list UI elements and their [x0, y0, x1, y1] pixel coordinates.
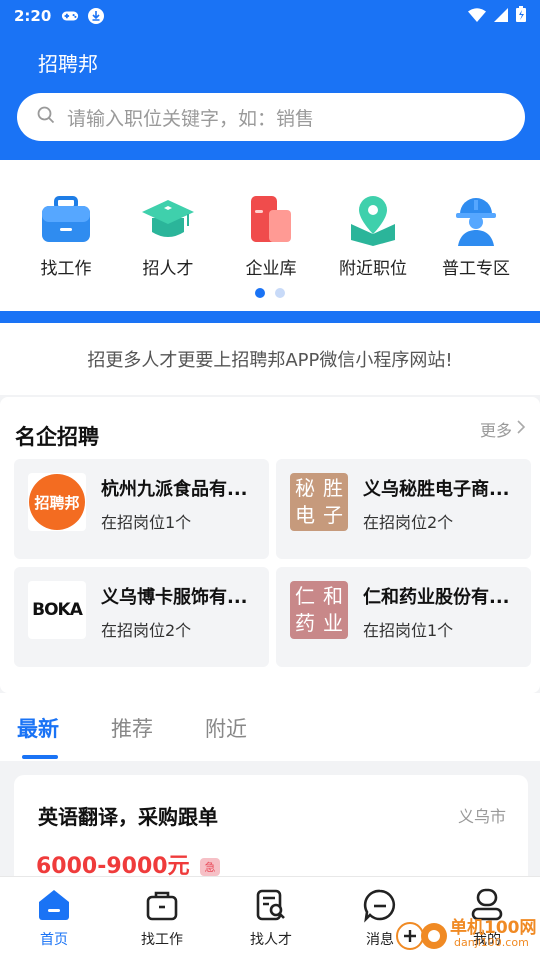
more-link[interactable]: 更多 — [480, 417, 526, 441]
category-label: 招人才 — [142, 259, 194, 279]
watermark-url: danji100.com — [454, 936, 529, 949]
category-company-library[interactable]: 企业库 — [226, 192, 316, 279]
tab-nearby[interactable]: 附近 — [205, 713, 247, 743]
famous-companies-section: 名企招聘 更多 招聘邦 杭州九派食品有... 在招岗位1个 秘 胜 电 子 义乌… — [0, 397, 540, 693]
worker-helmet-icon — [448, 192, 504, 248]
company-positions: 在招岗位2个 — [363, 513, 454, 532]
carousel-dot[interactable] — [275, 288, 285, 298]
more-label: 更多 — [479, 421, 512, 440]
company-name: 杭州九派食品有... — [101, 479, 248, 500]
tabbar-label: 找人才 — [250, 932, 292, 948]
logo-char: 子 — [323, 503, 343, 527]
download-icon — [87, 8, 105, 24]
logo-char: 和 — [323, 584, 343, 608]
category-label: 企业库 — [245, 259, 297, 279]
category-label: 普工专区 — [442, 259, 510, 279]
watermark-brand: 单机100网 — [450, 918, 537, 938]
company-logo: 招聘邦 — [28, 473, 86, 531]
logo-char: 秘 — [295, 476, 315, 500]
tabbar-home[interactable]: 首页 — [9, 887, 99, 949]
job-location: 义乌市 — [457, 807, 506, 826]
chevron-right-icon — [516, 419, 526, 439]
promo-text: 招更多人才更要上招聘邦APP微信小程序网站! — [87, 350, 453, 371]
chat-icon — [362, 887, 398, 923]
logo-char: 药 — [295, 611, 315, 635]
logo-char: 仁 — [295, 584, 315, 608]
briefcase-outline-icon — [144, 887, 180, 923]
company-card[interactable]: 仁 和 药 业 仁和药业股份有... 在招岗位1个 — [276, 567, 531, 667]
category-find-job[interactable]: 找工作 — [21, 192, 111, 279]
tab-recommended[interactable]: 推荐 — [111, 713, 153, 743]
tabbar-find-job[interactable]: 找工作 — [117, 887, 207, 949]
watermark-logo-icon — [396, 922, 447, 950]
job-title: 英语翻译，采购跟单 — [38, 805, 218, 829]
job-tabs: 最新 推荐 附近 — [0, 693, 540, 761]
tabbar-label: 首页 — [40, 932, 68, 948]
home-icon — [36, 887, 72, 923]
logo-char: 业 — [323, 611, 343, 635]
status-time: 2:20 — [14, 7, 52, 25]
company-logo-text: BOKA — [32, 600, 83, 620]
wifi-icon — [468, 7, 486, 26]
search-bar[interactable]: 请输入职位关键字，如：销售 — [17, 93, 525, 141]
category-nearby-jobs[interactable]: 附近职位 — [328, 192, 418, 279]
category-bar: 找工作 招人才 企业库 附近职位 普工专区 — [0, 160, 540, 311]
company-card[interactable]: 招聘邦 杭州九派食品有... 在招岗位1个 — [14, 459, 269, 559]
company-logo-text: 招聘邦 — [34, 493, 80, 512]
logo-char: 胜 — [323, 476, 343, 500]
company-name: 仁和药业股份有... — [363, 587, 510, 608]
promo-banner[interactable]: 招更多人才更要上招聘邦APP微信小程序网站! — [0, 323, 540, 395]
company-logo: 仁 和 药 业 — [290, 581, 348, 639]
divider-bar — [0, 311, 540, 323]
location-pin-icon — [345, 192, 401, 248]
tabbar-find-talent[interactable]: 找人才 — [226, 887, 316, 949]
signal-icon — [494, 7, 508, 26]
section-title: 名企招聘 — [15, 425, 99, 449]
company-positions: 在招岗位2个 — [101, 621, 192, 640]
tabbar-label: 找工作 — [141, 932, 183, 948]
category-label: 找工作 — [40, 259, 92, 279]
building-icon — [243, 192, 299, 248]
search-resume-icon — [253, 887, 289, 923]
header: 招聘邦 请输入职位关键字，如：销售 — [0, 32, 540, 160]
company-logo: BOKA — [28, 581, 86, 639]
battery-icon — [516, 6, 526, 26]
tab-latest[interactable]: 最新 — [17, 713, 59, 743]
company-card[interactable]: BOKA 义乌博卡服饰有... 在招岗位2个 — [14, 567, 269, 667]
app-title: 招聘邦 — [38, 52, 98, 76]
watermark: 单机100网 danji100.com — [394, 914, 537, 954]
urgent-badge: 急 — [200, 858, 220, 876]
company-positions: 在招岗位1个 — [101, 513, 192, 532]
logo-char: 电 — [295, 503, 315, 527]
company-name: 义乌博卡服饰有... — [101, 587, 248, 608]
category-label: 附近职位 — [339, 259, 407, 279]
search-icon — [37, 106, 55, 128]
carousel-dot-active[interactable] — [255, 288, 265, 298]
gamepad-icon — [61, 9, 79, 23]
category-worker-zone[interactable]: 普工专区 — [431, 192, 521, 279]
status-bar: 2:20 — [0, 0, 540, 32]
company-positions: 在招岗位1个 — [363, 621, 454, 640]
graduation-cap-icon — [140, 192, 196, 248]
briefcase-icon — [38, 192, 94, 248]
company-logo: 秘 胜 电 子 — [290, 473, 348, 531]
category-recruit[interactable]: 招人才 — [123, 192, 213, 279]
company-card[interactable]: 秘 胜 电 子 义乌秘胜电子商... 在招岗位2个 — [276, 459, 531, 559]
company-name: 义乌秘胜电子商... — [363, 479, 510, 500]
carousel-dots — [0, 288, 540, 298]
tab-indicator — [22, 755, 58, 759]
search-placeholder[interactable]: 请输入职位关键字，如：销售 — [67, 104, 314, 131]
